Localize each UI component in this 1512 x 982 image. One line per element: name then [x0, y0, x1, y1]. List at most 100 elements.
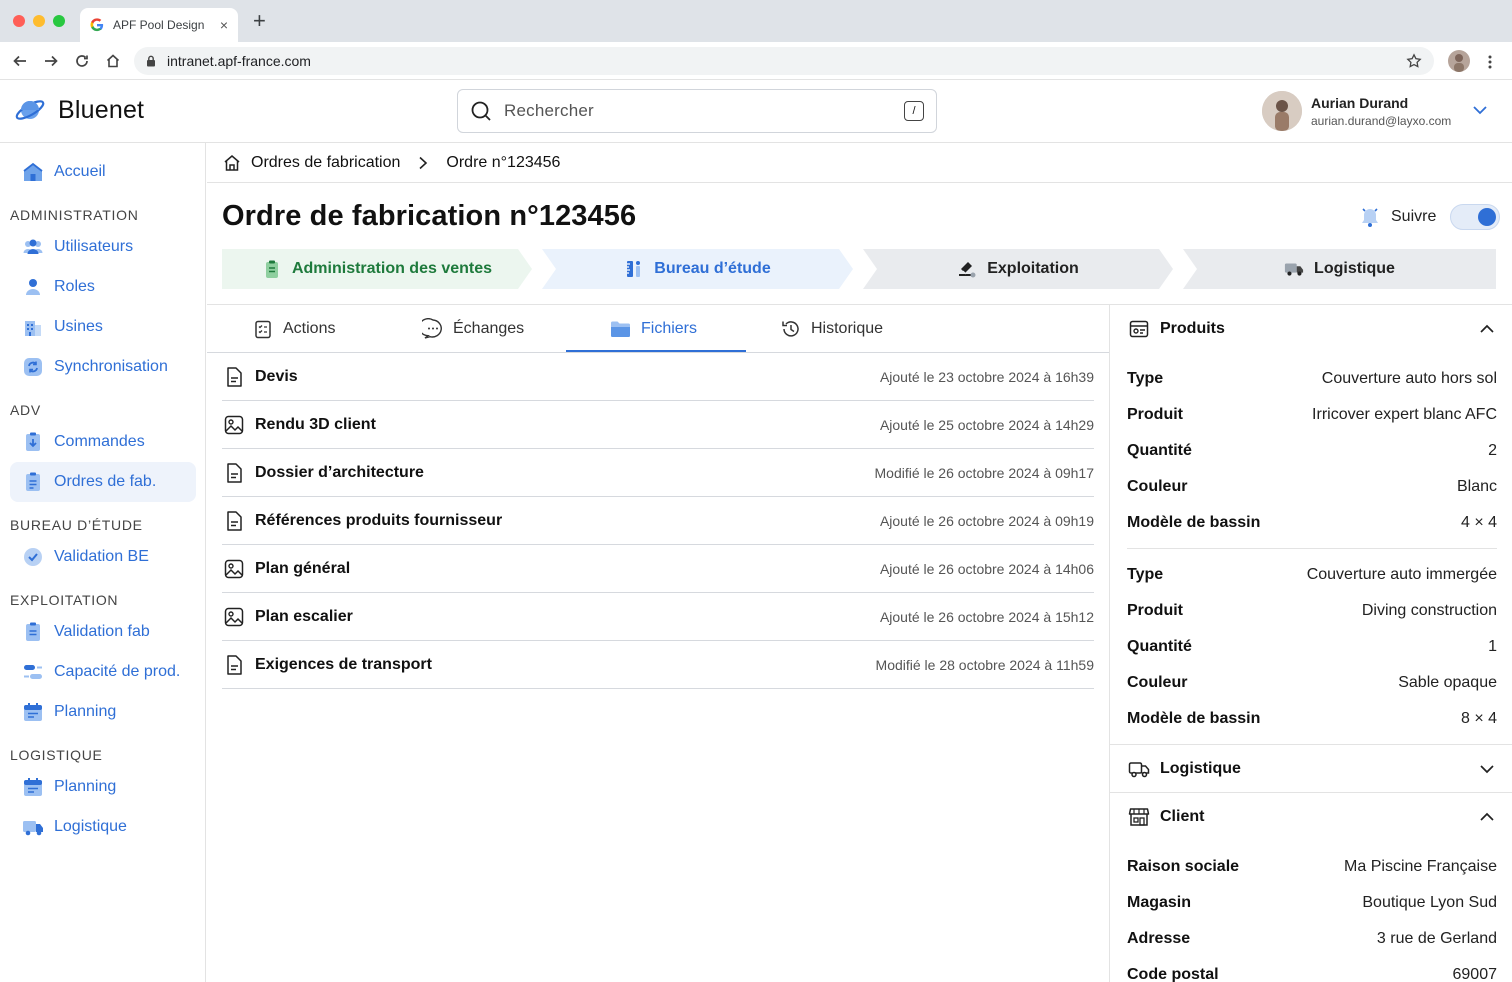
- bookmark-star-icon[interactable]: [1406, 53, 1422, 69]
- brand-logo[interactable]: Bluenet: [14, 94, 144, 126]
- user-avatar: [1262, 91, 1302, 131]
- products-section-header[interactable]: Produits: [1110, 305, 1512, 353]
- sidebar-item-planning-exploitation[interactable]: Planning: [10, 692, 196, 732]
- browser-menu-icon[interactable]: [1484, 54, 1496, 70]
- product-attribute: Modèle de bassin 8 × 4: [1127, 710, 1497, 728]
- url-text: intranet.apf-france.com: [167, 53, 311, 69]
- tab-actions[interactable]: Actions: [252, 305, 335, 353]
- step-logistique[interactable]: Logistique: [1183, 249, 1496, 289]
- sidebar-section-title: LOGISTIQUE: [10, 747, 103, 763]
- file-date: Ajouté le 26 octobre 2024 à 14h06: [879, 560, 1094, 577]
- file-name: Dossier d’architecture: [255, 463, 424, 481]
- step-bureau-etude[interactable]: Bureau d’étude: [542, 249, 853, 289]
- tab-fichiers[interactable]: Fichiers: [610, 305, 697, 353]
- attribute-value: 4 × 4: [1460, 514, 1497, 531]
- file-date: Ajouté le 23 octobre 2024 à 16h39: [879, 368, 1094, 385]
- file-row[interactable]: Devis Ajouté le 23 octobre 2024 à 16h39: [222, 353, 1094, 401]
- sidebar-item-roles[interactable]: Roles: [10, 267, 196, 307]
- home-browser-icon[interactable]: [105, 53, 121, 69]
- products-title: Produits: [1160, 320, 1225, 337]
- attribute-key: Type: [1127, 370, 1164, 387]
- window-minimize-button[interactable]: [33, 15, 45, 27]
- history-icon: [780, 318, 802, 340]
- follow-control[interactable]: Suivre: [1360, 204, 1501, 230]
- sidebar-item-label: Logistique: [54, 818, 127, 835]
- sidebar-item-validation-be[interactable]: Validation BE: [10, 537, 196, 577]
- truck-icon: [1284, 259, 1304, 279]
- chevron-down-icon[interactable]: [1479, 763, 1495, 775]
- file-row[interactable]: Références produits fournisseur Ajouté l…: [222, 497, 1094, 545]
- active-tab-indicator: [566, 350, 746, 352]
- home-outline-icon[interactable]: [223, 154, 241, 172]
- google-icon: [90, 18, 104, 32]
- file-row[interactable]: Dossier d’architecture Modifié le 26 oct…: [222, 449, 1094, 497]
- file-row[interactable]: Plan général Ajouté le 26 octobre 2024 à…: [222, 545, 1094, 593]
- tab-label: Actions: [283, 320, 336, 337]
- sidebar-item-utilisateurs[interactable]: Utilisateurs: [10, 227, 196, 267]
- tab-bar: Actions Échanges Fichiers Historique: [207, 305, 1110, 353]
- chevron-up-icon[interactable]: [1479, 811, 1495, 823]
- attribute-value: 8 × 4: [1460, 710, 1497, 727]
- tab-close-icon[interactable]: ×: [220, 17, 228, 33]
- window-close-button[interactable]: [13, 15, 25, 27]
- user-email: aurian.durand@layxo.com: [1311, 113, 1452, 128]
- keyboard-shortcut-badge: /: [904, 101, 924, 121]
- sidebar-item-ordres-de-fab[interactable]: Ordres de fab.: [10, 462, 196, 502]
- sidebar-item-commandes[interactable]: Commandes: [10, 422, 196, 462]
- chevron-up-icon[interactable]: [1479, 323, 1495, 335]
- file-name: Rendu 3D client: [255, 415, 376, 433]
- sidebar-item-planning-logistique[interactable]: Planning: [10, 767, 196, 807]
- file-date: Modifié le 28 octobre 2024 à 11h59: [875, 656, 1094, 673]
- browser-profile-avatar[interactable]: [1448, 50, 1470, 72]
- tab-label: Fichiers: [641, 320, 698, 337]
- file-row[interactable]: Exigences de transport Modifié le 28 oct…: [222, 641, 1094, 689]
- sidebar-item-synchronisation[interactable]: Synchronisation: [10, 347, 196, 387]
- sidebar-item-accueil[interactable]: Accueil: [10, 152, 196, 192]
- gantt-icon: [22, 661, 44, 683]
- tab-echanges[interactable]: Échanges: [422, 305, 524, 353]
- attribute-value: Couverture auto hors sol: [1321, 370, 1497, 387]
- step-label: Exploitation: [987, 260, 1079, 277]
- clipboard-list-icon: [22, 471, 44, 493]
- breadcrumb-parent[interactable]: Ordres de fabrication: [251, 154, 400, 172]
- browser-tab[interactable]: APF Pool Design ×: [80, 8, 238, 42]
- sidebar-item-logistique[interactable]: Logistique: [10, 807, 196, 847]
- client-attribute: Magasin Boutique Lyon Sud: [1127, 894, 1497, 912]
- logistics-section-header[interactable]: Logistique: [1110, 745, 1512, 793]
- client-section-header[interactable]: Client: [1110, 793, 1512, 841]
- sidebar-item-capacite-de-prod[interactable]: Capacité de prod.: [10, 652, 196, 692]
- sidebar-item-validation-fab[interactable]: Validation fab: [10, 612, 196, 652]
- product-attribute: Couleur Blanc: [1127, 478, 1497, 496]
- new-tab-button[interactable]: +: [253, 10, 266, 32]
- user-icon: [22, 276, 44, 298]
- file-row[interactable]: Plan escalier Ajouté le 26 octobre 2024 …: [222, 593, 1094, 641]
- store-icon: [1128, 808, 1150, 826]
- product-attribute: Type Couverture auto hors sol: [1127, 370, 1497, 388]
- step-administration-ventes[interactable]: Administration des ventes: [222, 249, 532, 289]
- window-maximize-button[interactable]: [53, 15, 65, 27]
- process-steps: Administration des ventes Bureau d’étude…: [222, 249, 1496, 289]
- attribute-value: Irricover expert blanc AFC: [1312, 406, 1497, 423]
- attribute-value: Sable opaque: [1398, 674, 1497, 691]
- reload-icon[interactable]: [74, 53, 90, 69]
- sidebar-item-usines[interactable]: Usines: [10, 307, 196, 347]
- users-icon: [22, 236, 44, 258]
- follow-toggle[interactable]: [1450, 204, 1501, 230]
- address-bar[interactable]: intranet.apf-france.com: [134, 47, 1434, 75]
- user-menu[interactable]: Aurian Durand aurian.durand@layxo.com: [1262, 91, 1451, 131]
- sidebar-section-title: EXPLOITATION: [10, 592, 119, 608]
- chevron-down-icon[interactable]: [1472, 104, 1488, 116]
- product-attribute: Couleur Sable opaque: [1127, 674, 1497, 692]
- file-row[interactable]: Rendu 3D client Ajouté le 25 octobre 202…: [222, 401, 1094, 449]
- clipboard-download-icon: [22, 431, 44, 453]
- sidebar-section-title: ADV: [10, 402, 41, 418]
- image-icon: [224, 559, 244, 578]
- back-arrow-icon[interactable]: [12, 53, 28, 69]
- product-attribute: Type Couverture auto immergée: [1127, 566, 1497, 584]
- search-input[interactable]: Rechercher /: [457, 89, 937, 133]
- tab-historique[interactable]: Historique: [780, 305, 883, 353]
- forward-arrow-icon[interactable]: [43, 53, 59, 69]
- sidebar-item-label: Roles: [54, 278, 95, 295]
- step-exploitation[interactable]: Exploitation: [863, 249, 1173, 289]
- attribute-key: Produit: [1127, 406, 1183, 423]
